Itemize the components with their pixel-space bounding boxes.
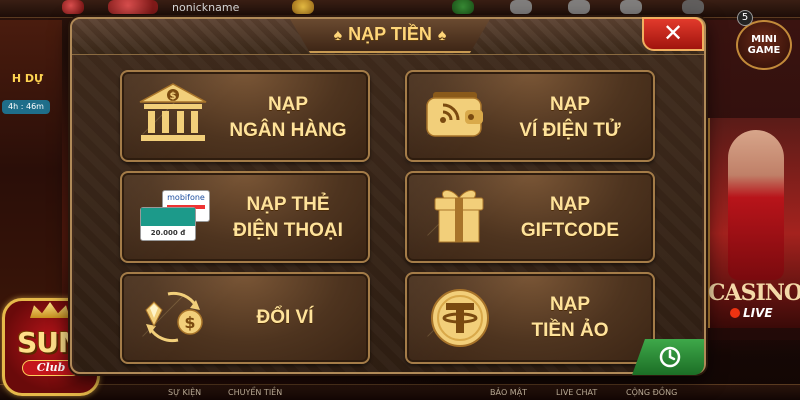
- nav-live-chat[interactable]: LIVE CHAT: [556, 388, 597, 397]
- card-amount: 20.000 đ: [150, 229, 186, 237]
- exchange-icon: $: [145, 291, 203, 343]
- crypto-label-line1: NẠP: [549, 294, 591, 315]
- svg-text:$: $: [170, 91, 177, 102]
- nav-security[interactable]: BẢO MẬT: [490, 388, 527, 397]
- event-label: H DỰ: [11, 72, 44, 85]
- mobifone-text: mobifone: [167, 193, 205, 202]
- live-dot-icon: [730, 308, 740, 318]
- bottom-nav: [0, 384, 800, 400]
- bank-label: NẠP NGÂN HÀNG: [208, 92, 368, 144]
- mail-icon[interactable]: [568, 0, 590, 14]
- giftcode-label-line1: NẠP: [549, 194, 591, 215]
- spade-icon: ♠: [437, 27, 447, 44]
- event-timer: 4h : 46m: [2, 100, 50, 114]
- avatar[interactable]: [108, 0, 158, 14]
- menu-icon[interactable]: [682, 0, 704, 14]
- giftcode-label-line2: GIFTCODE: [520, 220, 620, 241]
- tether-icon: [431, 289, 489, 347]
- modal-title: NẠP TIỀN: [348, 24, 432, 44]
- ewallet-label-line1: NẠP: [549, 94, 591, 115]
- crypto-label-line2: TIỀN ẢO: [531, 320, 609, 341]
- bank-label-line1: NẠP: [267, 94, 309, 115]
- svg-text:$: $: [184, 313, 195, 332]
- coin-icon: [292, 0, 314, 14]
- nav-events[interactable]: SỰ KIỆN: [168, 388, 201, 397]
- viettel-band: [141, 208, 195, 226]
- nav-transfer[interactable]: CHUYỂN TIỀN: [228, 388, 282, 397]
- nav-community[interactable]: CỘNG ĐỒNG: [626, 388, 677, 397]
- live-text: LIVE: [743, 306, 773, 320]
- close-button[interactable]: ✕: [642, 17, 704, 51]
- live-badge: LIVE: [730, 306, 773, 320]
- giftcode-label: NẠP GIFTCODE: [490, 192, 650, 244]
- phone-card-label-line2: ĐIỆN THOẠI: [233, 220, 343, 241]
- crypto-label: NẠP TIỀN ẢO: [490, 292, 650, 344]
- wallet-icon: [426, 92, 483, 137]
- ewallet-label: NẠP VÍ ĐIỆN TỬ: [490, 92, 650, 144]
- exchange-label: ĐỔI VÍ: [256, 307, 314, 328]
- add-coin-icon[interactable]: [452, 0, 474, 14]
- left-game-strip: [0, 20, 62, 320]
- casino-label: CASINO: [708, 280, 800, 306]
- settings-icon[interactable]: [62, 0, 84, 14]
- mini-game-label: MINI GAME: [747, 34, 781, 56]
- nickname: nonickname: [172, 1, 240, 14]
- gift-top-icon[interactable]: [620, 0, 642, 14]
- mini-game-button[interactable]: MINI GAME: [736, 20, 792, 70]
- modal-title-wrap: ♠ NẠP TIỀN ♠: [290, 24, 490, 45]
- mini-game-count: 5: [737, 10, 753, 26]
- bank-label-line2: NGÂN HÀNG: [229, 120, 347, 141]
- phone-card-label-line1: NẠP THẺ: [246, 194, 330, 215]
- cash-icon[interactable]: [510, 0, 532, 14]
- spade-icon: ♠: [333, 27, 343, 44]
- history-clock-icon: [659, 346, 681, 368]
- viettel-card-icon: 20.000 đ: [140, 207, 196, 241]
- gift-icon: [434, 190, 484, 243]
- bank-icon: $: [139, 83, 207, 141]
- casino-dealer-image: [728, 130, 784, 280]
- ewallet-label-line2: VÍ ĐIỆN TỬ: [519, 120, 621, 141]
- phone-card-label: NẠP THẺ ĐIỆN THOẠI: [208, 192, 368, 244]
